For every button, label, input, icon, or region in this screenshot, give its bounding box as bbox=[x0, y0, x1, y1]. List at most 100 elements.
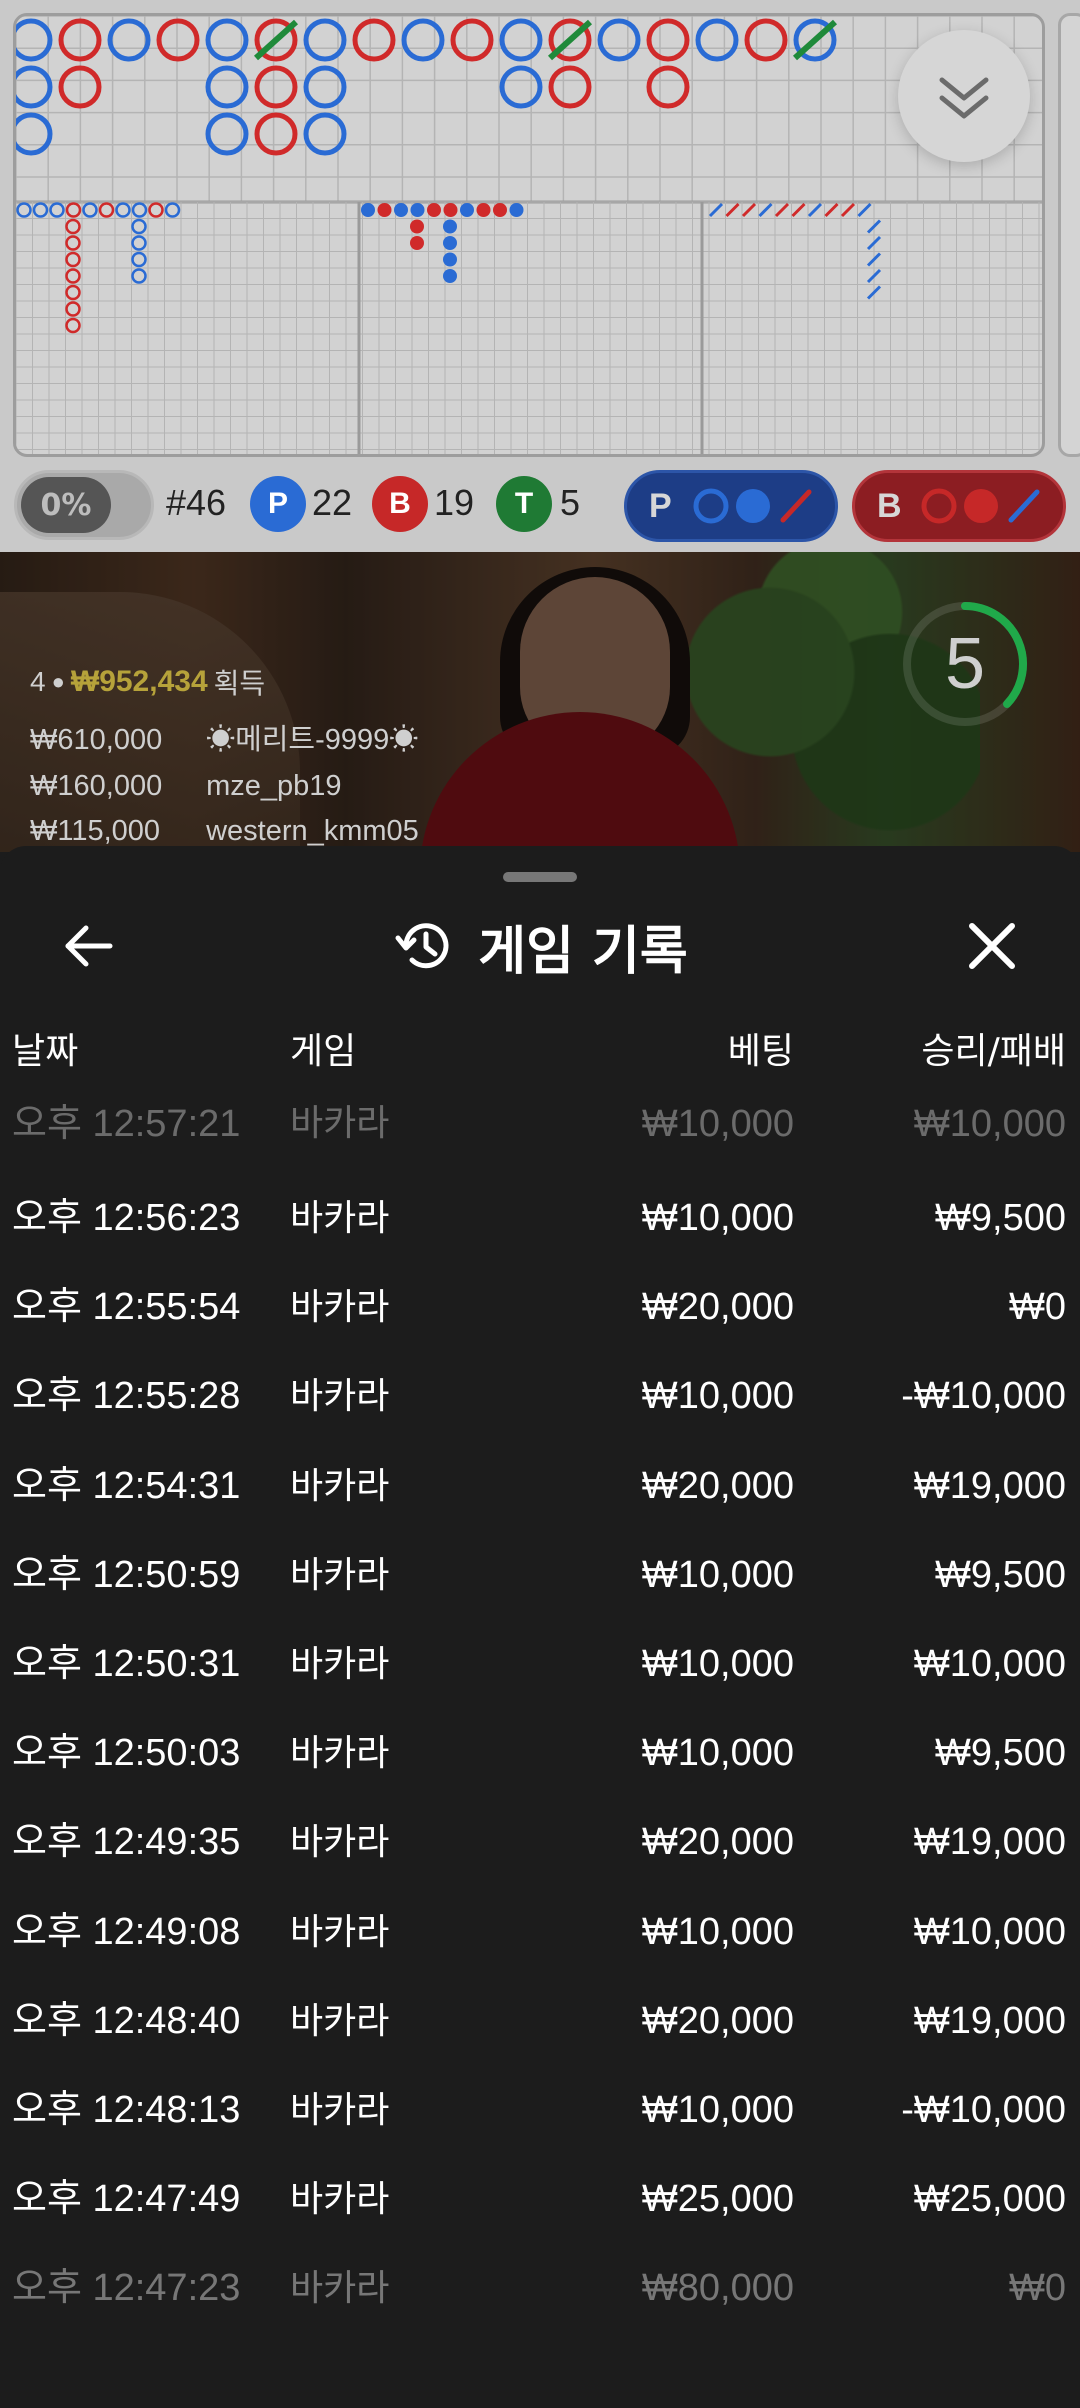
small-road-dot bbox=[148, 202, 164, 218]
row-result: ₩0 bbox=[1009, 2267, 1066, 2310]
row-game: 바카라 bbox=[290, 1198, 390, 1239]
small-road-dot bbox=[65, 251, 81, 268]
winner-count: 4 bbox=[30, 666, 46, 697]
history-row[interactable]: 오후 12:47:23 바카라 ₩80,000 ₩0 bbox=[0, 2244, 1080, 2333]
big-eye-dot bbox=[410, 203, 425, 217]
row-bet: ₩20,000 bbox=[641, 1821, 794, 1864]
double-chevron-down-icon bbox=[939, 77, 989, 119]
row-game: 바카라 bbox=[290, 1822, 390, 1864]
small-road-dot bbox=[65, 235, 81, 251]
tie-count: 5 bbox=[560, 482, 581, 523]
collapse-roadmap-button[interactable] bbox=[898, 30, 1030, 162]
small-road-slash bbox=[774, 202, 790, 218]
game-history-sheet: 게임 기록 날짜 게임 베팅 승리/패배 오후 12:57:21 바카라 ₩10,0… bbox=[0, 846, 1080, 2408]
small-road-slash bbox=[857, 202, 872, 218]
banker-predict-button[interactable]: B bbox=[852, 470, 1066, 542]
row-time: 오후 12:50:03 bbox=[12, 1732, 241, 1775]
player-predict-label: P bbox=[649, 486, 672, 525]
bead-circle bbox=[744, 18, 788, 62]
history-row[interactable]: 오후 12:48:40 바카라 ₩20,000 ₩19,000 bbox=[0, 1977, 1080, 2066]
winner-row: ₩115,000 western_kmm05 bbox=[30, 815, 419, 848]
person-icon: ● bbox=[51, 669, 65, 694]
small-road-dot bbox=[115, 202, 131, 218]
countdown-timer: 5 bbox=[895, 594, 1035, 734]
sheet-title: 게임 기록 bbox=[478, 921, 688, 982]
winner-amount: ₩160,000 bbox=[30, 770, 163, 802]
row-result: ₩10,000 bbox=[913, 1103, 1066, 1145]
winner-amount: ₩610,000 bbox=[30, 724, 163, 756]
bead-circle bbox=[16, 18, 53, 62]
winner-total: ₩952,434 bbox=[70, 665, 208, 698]
history-row[interactable]: 오후 12:57:21 바카라 ₩10,000 ₩10,000 bbox=[0, 1105, 1080, 1174]
bead-circle bbox=[450, 18, 494, 62]
winners-header: 4 ● ₩952,434 획득 bbox=[30, 662, 419, 702]
history-row[interactable]: 오후 12:54:31 바카라 ₩20,000 ₩19,000 bbox=[0, 1442, 1080, 1531]
percent-toggle[interactable]: 0% bbox=[14, 470, 154, 540]
small-road-dot bbox=[65, 268, 81, 284]
history-row[interactable]: 오후 12:48:13 바카라 ₩10,000 -₩10,000 bbox=[0, 2066, 1080, 2155]
big-eye-dot bbox=[394, 203, 408, 217]
big-eye-dot bbox=[377, 203, 392, 217]
row-game: 바카라 bbox=[290, 1554, 390, 1596]
big-eye-dot bbox=[460, 203, 474, 217]
bead-circle bbox=[499, 65, 543, 109]
bead-circle bbox=[156, 18, 200, 62]
small-road-dot bbox=[65, 202, 82, 218]
row-time: 오후 12:47:49 bbox=[12, 2178, 241, 2221]
row-result: ₩10,000 bbox=[913, 1642, 1066, 1685]
row-result: ₩25,000 bbox=[913, 2178, 1066, 2221]
scoreboard: 0% #46 P 22 B 19 T 5 P B bbox=[0, 0, 1080, 552]
row-bet: ₩10,000 bbox=[641, 1103, 794, 1145]
banker-badge: B bbox=[372, 476, 428, 532]
bead-circle bbox=[499, 18, 543, 62]
bead-circle bbox=[352, 18, 396, 62]
small-road-slash bbox=[708, 202, 724, 218]
small-road-dot bbox=[65, 284, 81, 301]
bead-circle bbox=[254, 112, 298, 156]
round-number: #46 bbox=[166, 482, 227, 523]
big-eye-dot bbox=[476, 203, 491, 217]
row-time: 오후 12:56:23 bbox=[12, 1197, 241, 1239]
winner-suffix: 획득 bbox=[213, 668, 266, 699]
small-road-dot bbox=[131, 202, 148, 218]
row-result: ₩19,000 bbox=[913, 1821, 1066, 1864]
row-time: 오후 12:54:31 bbox=[12, 1464, 241, 1507]
winner-amount: ₩115,000 bbox=[30, 815, 161, 847]
countdown-value: 5 bbox=[944, 624, 986, 704]
road-grid bbox=[16, 16, 1042, 454]
player-predict-button[interactable]: P bbox=[624, 470, 838, 542]
sheet-header: 게임 기록 bbox=[0, 904, 1080, 988]
history-list[interactable]: 오후 12:57:21 바카라 ₩10,000 ₩10,000 오후 12:56:23 바… bbox=[0, 1105, 1080, 2333]
close-button[interactable] bbox=[958, 912, 1026, 980]
sheet-drag-handle[interactable] bbox=[503, 872, 577, 882]
history-row[interactable]: 오후 12:49:08 바카라 ₩10,000 ₩10,000 bbox=[0, 1888, 1080, 1977]
big-eye-dot bbox=[509, 203, 524, 217]
winner-name: western_kmm05 bbox=[206, 815, 419, 847]
bead-circle bbox=[646, 65, 690, 109]
row-bet: ₩10,000 bbox=[641, 1553, 794, 1596]
small-road-dot bbox=[65, 218, 81, 235]
big-eye-dot bbox=[410, 236, 424, 250]
close-icon bbox=[969, 923, 1015, 969]
column-header-bet: 베팅 bbox=[727, 1031, 794, 1072]
history-row[interactable]: 오후 12:50:31 바카라 ₩10,000 ₩10,000 bbox=[0, 1620, 1080, 1709]
bead-circle bbox=[205, 65, 249, 109]
row-time: 오후 12:50:59 bbox=[12, 1553, 241, 1596]
history-row[interactable]: 오후 12:55:54 바카라 ₩20,000 ₩0 bbox=[0, 1263, 1080, 1352]
big-eye-dot bbox=[443, 203, 458, 217]
history-row[interactable]: 오후 12:47:49 바카라 ₩25,000 ₩25,000 bbox=[0, 2155, 1080, 2244]
history-row[interactable]: 오후 12:50:03 바카라 ₩10,000 ₩9,500 bbox=[0, 1709, 1080, 1798]
road-map[interactable] bbox=[13, 13, 1045, 457]
history-row[interactable]: 오후 12:55:28 바카라 ₩10,000 -₩10,000 bbox=[0, 1352, 1080, 1441]
small-road-dot bbox=[131, 235, 147, 251]
row-game: 바카라 bbox=[290, 2268, 390, 2310]
winner-row: ₩160,000 mze_pb19 bbox=[30, 770, 419, 803]
small-road-dot bbox=[49, 202, 65, 218]
history-row[interactable]: 오후 12:56:23 바카라 ₩10,000 ₩9,500 bbox=[0, 1174, 1080, 1263]
row-time: 오후 12:55:28 bbox=[12, 1375, 241, 1418]
small-road-dot bbox=[131, 268, 147, 284]
bead-circle bbox=[254, 65, 298, 109]
history-row[interactable]: 오후 12:49:35 바카라 ₩20,000 ₩19,000 bbox=[0, 1798, 1080, 1887]
big-eye-dot bbox=[443, 269, 457, 283]
history-row[interactable]: 오후 12:50:59 바카라 ₩10,000 ₩9,500 bbox=[0, 1531, 1080, 1620]
